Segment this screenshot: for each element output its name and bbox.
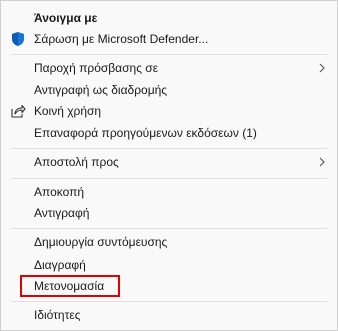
menu-item-label: Επαναφορά προηγούμενων εκδόσεων (1) <box>34 126 257 140</box>
menu-item-create-shortcut[interactable]: Δημιουργία συντόμευσης <box>1 231 337 253</box>
menu-item-give-access[interactable]: Παροχή πρόσβασης σε <box>1 57 337 79</box>
menu-item-copy-as-path[interactable]: Αντιγραφή ως διαδρομής <box>1 79 337 101</box>
menu-item-label: Παροχή πρόσβασης σε <box>34 61 159 75</box>
menu-separator <box>11 301 327 302</box>
chevron-right-icon <box>319 157 325 167</box>
menu-item-cut[interactable]: Αποκοπή <box>1 181 337 203</box>
menu-item-label: Σάρωση με Microsoft Defender... <box>34 32 209 46</box>
shield-icon <box>12 32 24 46</box>
menu-separator <box>11 148 327 149</box>
menu-item-label: Διαγραφή <box>34 258 86 272</box>
menu-item-properties[interactable]: Ιδιότητες <box>1 304 337 326</box>
menu-separator <box>11 228 327 229</box>
context-menu: Άνοιγμα με Σάρωση με Microsoft Defender.… <box>0 0 338 331</box>
chevron-right-icon <box>319 63 325 73</box>
menu-separator <box>11 178 327 179</box>
menu-separator <box>11 54 327 55</box>
menu-item-delete[interactable]: Διαγραφή <box>1 254 337 276</box>
menu-item-open-with[interactable]: Άνοιγμα με <box>1 7 337 29</box>
menu-item-scan-defender[interactable]: Σάρωση με Microsoft Defender... <box>1 28 337 50</box>
menu-item-restore-previous-versions[interactable]: Επαναφορά προηγούμενων εκδόσεων (1) <box>1 122 337 144</box>
menu-item-label: Δημιουργία συντόμευσης <box>34 235 168 249</box>
menu-item-copy[interactable]: Αντιγραφή <box>1 202 337 224</box>
menu-item-send-to[interactable]: Αποστολή προς <box>1 151 337 173</box>
share-icon <box>11 104 26 118</box>
menu-item-label: Αποστολή προς <box>34 155 119 169</box>
menu-item-label: Αντιγραφή ως διαδρομής <box>34 83 168 97</box>
menu-item-label: Αποκοπή <box>34 185 85 199</box>
menu-item-share[interactable]: Κοινή χρήση <box>1 100 337 122</box>
rename-highlight-box <box>20 275 120 297</box>
menu-item-label: Άνοιγμα με <box>34 11 98 25</box>
menu-item-label: Αντιγραφή <box>34 206 90 220</box>
menu-item-label: Κοινή χρήση <box>34 104 102 118</box>
menu-item-label: Ιδιότητες <box>34 308 81 322</box>
